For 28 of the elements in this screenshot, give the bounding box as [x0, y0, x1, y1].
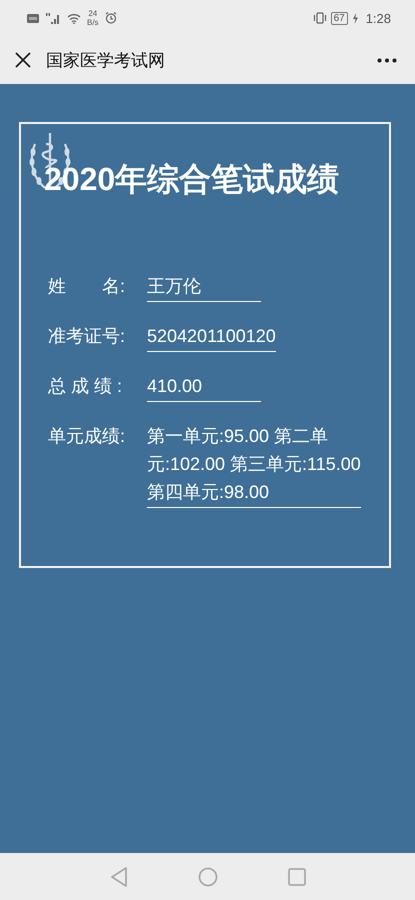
network-speed: 24 — [88, 9, 98, 18]
field-label: 准考证号: — [48, 325, 126, 348]
recents-icon — [288, 868, 306, 886]
hd-icon — [27, 14, 39, 22]
close-button[interactable] — [13, 50, 33, 70]
recents-button[interactable] — [288, 868, 306, 886]
home-icon — [198, 866, 218, 886]
field-value: 5204201100120 — [147, 322, 276, 352]
field-label: 总 成 绩 : — [48, 375, 124, 398]
battery-indicator: 67 — [330, 12, 348, 24]
close-icon — [15, 52, 31, 68]
page-title: 国家医学考试网 — [46, 50, 165, 72]
wifi-icon — [67, 12, 81, 24]
speed-unit: B/s — [87, 18, 99, 27]
charging-icon — [352, 12, 359, 24]
more-icon — [377, 58, 397, 62]
field-value: 王万伦 — [147, 272, 261, 302]
back-icon — [110, 866, 128, 886]
field-value: 第一单元:95.00 第二单元:102.00 第三单元:115.00 第四单元:98.00 — [147, 422, 361, 508]
clock-time: 1:28 — [366, 10, 391, 26]
field-label: 单元成绩: — [48, 425, 126, 448]
vibrate-icon — [312, 12, 327, 24]
alarm-icon — [104, 12, 117, 24]
field-value: 410.00 — [147, 372, 261, 402]
signal-icon — [45, 12, 61, 24]
back-button[interactable] — [110, 866, 128, 886]
field-label: 姓 名: — [48, 275, 126, 298]
home-button[interactable] — [198, 866, 218, 886]
